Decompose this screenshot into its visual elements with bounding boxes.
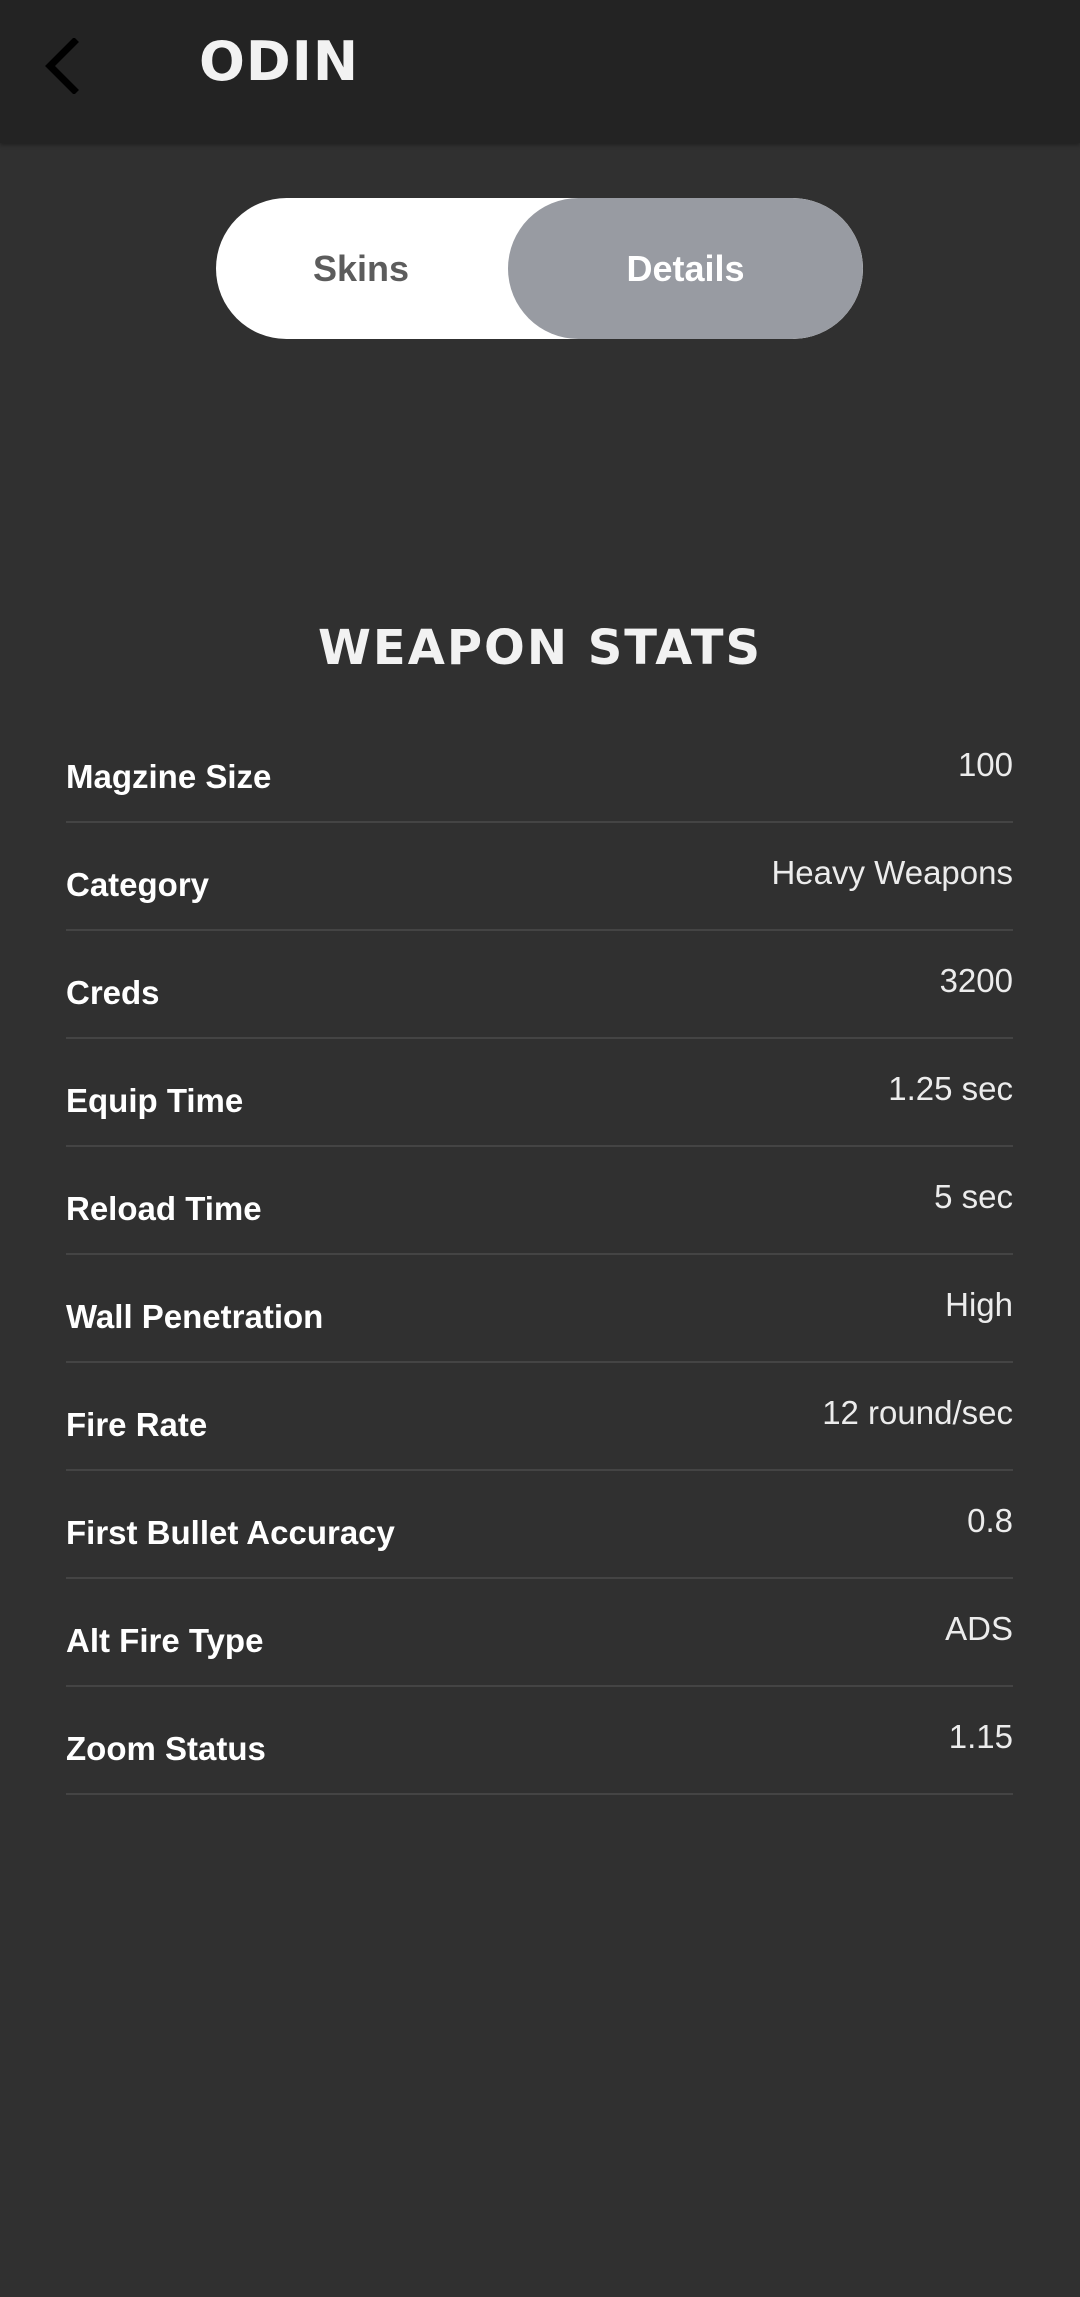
stat-value: 12 round/sec — [822, 1394, 1013, 1431]
stat-row-wall-penetration: Wall Penetration High — [66, 1255, 1013, 1363]
stat-row-creds: Creds 3200 — [66, 931, 1013, 1039]
stat-value: ADS — [945, 1610, 1013, 1647]
page-title: ODIN — [199, 30, 360, 93]
tab-details[interactable]: Details — [508, 198, 863, 339]
stat-label: Fire Rate — [66, 1406, 208, 1443]
stat-value: Heavy Weapons — [771, 854, 1013, 891]
stat-value: 1.15 — [948, 1718, 1013, 1755]
stat-label: Magzine Size — [66, 758, 272, 795]
stat-label: Zoom Status — [66, 1730, 266, 1767]
stat-label: Reload Time — [66, 1190, 262, 1227]
stat-row-zoom-status: Zoom Status 1.15 — [66, 1687, 1013, 1795]
stat-label: Category — [66, 866, 210, 903]
stat-label: Wall Penetration — [66, 1298, 324, 1335]
stat-row-fire-rate: Fire Rate 12 round/sec — [66, 1363, 1013, 1471]
stat-label: Alt Fire Type — [66, 1622, 264, 1659]
tab-switcher: Skins Details — [216, 198, 863, 339]
back-button[interactable] — [30, 28, 94, 104]
section-title: WEAPON STATS — [317, 620, 763, 676]
stat-label: Equip Time — [66, 1082, 244, 1119]
app-bar: ODIN — [0, 0, 1080, 143]
stat-value: High — [945, 1286, 1013, 1323]
stat-value: 5 sec — [934, 1178, 1013, 1215]
stats-list: Magzine Size 100 Category Heavy Weapons … — [66, 715, 1013, 1795]
chevron-left-icon — [45, 38, 79, 94]
stat-row-magazine-size: Magzine Size 100 — [66, 715, 1013, 823]
stat-row-reload-time: Reload Time 5 sec — [66, 1147, 1013, 1255]
stat-value: 0.8 — [967, 1502, 1013, 1539]
stat-row-alt-fire-type: Alt Fire Type ADS — [66, 1579, 1013, 1687]
stat-label: First Bullet Accuracy — [66, 1514, 395, 1551]
stat-row-equip-time: Equip Time 1.25 sec — [66, 1039, 1013, 1147]
stat-value: 100 — [957, 746, 1013, 783]
stat-label: Creds — [66, 974, 160, 1011]
tab-skins[interactable]: Skins — [216, 198, 506, 339]
stat-row-category: Category Heavy Weapons — [66, 823, 1013, 931]
stat-value: 3200 — [939, 962, 1013, 999]
stat-value: 1.25 sec — [888, 1070, 1013, 1107]
stat-row-first-bullet-accuracy: First Bullet Accuracy 0.8 — [66, 1471, 1013, 1579]
